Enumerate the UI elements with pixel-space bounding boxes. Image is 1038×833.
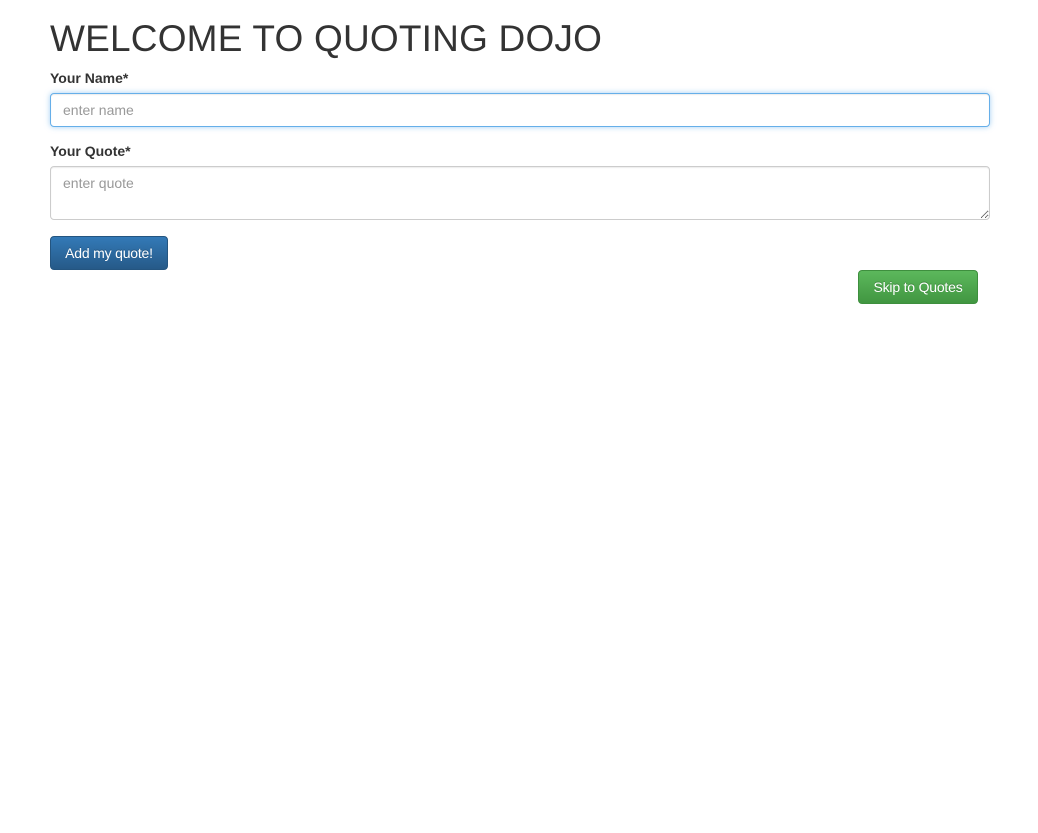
page: WELCOME TO QUOTING DOJO Your Name* Your … bbox=[0, 0, 1038, 833]
add-quote-button[interactable]: Add my quote! bbox=[50, 236, 168, 270]
quote-form: Your Name* Your Quote* bbox=[50, 68, 990, 220]
skip-to-quotes-button[interactable]: Skip to Quotes bbox=[858, 270, 978, 304]
page-title: WELCOME TO QUOTING DOJO bbox=[50, 18, 603, 59]
main-container: WELCOME TO QUOTING DOJO Your Name* Your … bbox=[50, 0, 990, 304]
quote-textarea[interactable] bbox=[50, 166, 990, 220]
name-label: Your Name* bbox=[50, 70, 129, 86]
name-input[interactable] bbox=[50, 93, 990, 127]
quote-label: Your Quote* bbox=[50, 143, 131, 159]
